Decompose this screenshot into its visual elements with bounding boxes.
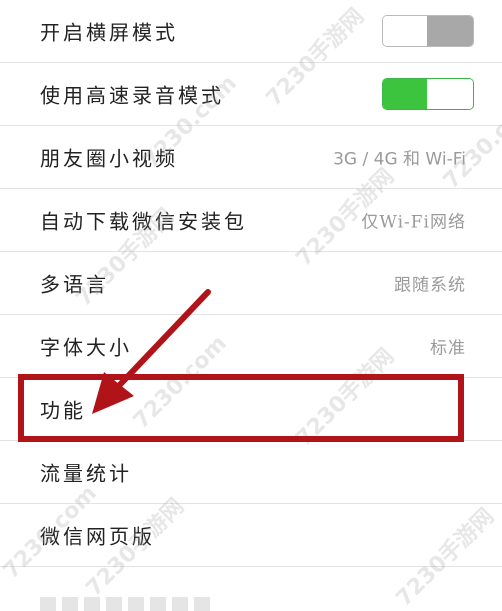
toggle-track xyxy=(427,16,473,46)
high-speed-recording-toggle[interactable] xyxy=(382,78,474,110)
settings-screen: 开启横屏模式 使用高速录音模式 朋友圈小视频 3G / 4G 和 Wi-Fi 自… xyxy=(0,0,502,611)
annotation-highlight-box xyxy=(18,374,464,442)
setting-row-landscape-mode[interactable]: 开启横屏模式 xyxy=(0,0,502,63)
setting-value: 标准 xyxy=(430,338,466,359)
setting-row-data-usage[interactable]: 流量统计 xyxy=(0,441,502,504)
setting-row-wechat-web[interactable]: 微信网页版 xyxy=(0,504,502,567)
setting-row-moments-video[interactable]: 朋友圈小视频 3G / 4G 和 Wi-Fi xyxy=(0,126,502,189)
setting-label: 开启横屏模式 xyxy=(40,20,178,45)
toggle-knob xyxy=(427,79,473,109)
setting-value: 跟随系统 xyxy=(394,275,466,296)
setting-value: 3G / 4G 和 Wi-Fi xyxy=(333,149,466,170)
setting-label: 多语言 xyxy=(40,272,109,297)
setting-label: 朋友圈小视频 xyxy=(40,146,178,171)
setting-label: 微信网页版 xyxy=(40,524,155,549)
setting-label: 流量统计 xyxy=(40,461,132,486)
setting-row-auto-download-package[interactable]: 自动下载微信安装包 仅Wi-Fi网络 xyxy=(0,189,502,252)
setting-label: 自动下载微信安装包 xyxy=(40,209,247,234)
landscape-mode-toggle[interactable] xyxy=(382,15,474,47)
setting-row-partial[interactable] xyxy=(0,567,502,611)
setting-row-language[interactable]: 多语言 跟随系统 xyxy=(0,252,502,315)
setting-row-font-size[interactable]: 字体大小 标准 xyxy=(0,315,502,378)
clipped-label-fragment xyxy=(40,597,210,611)
setting-row-high-speed-recording[interactable]: 使用高速录音模式 xyxy=(0,63,502,126)
toggle-track xyxy=(383,79,429,109)
setting-label: 字体大小 xyxy=(40,335,132,360)
toggle-knob xyxy=(383,16,429,46)
setting-label: 使用高速录音模式 xyxy=(40,83,224,108)
setting-value: 仅Wi-Fi网络 xyxy=(361,212,466,233)
